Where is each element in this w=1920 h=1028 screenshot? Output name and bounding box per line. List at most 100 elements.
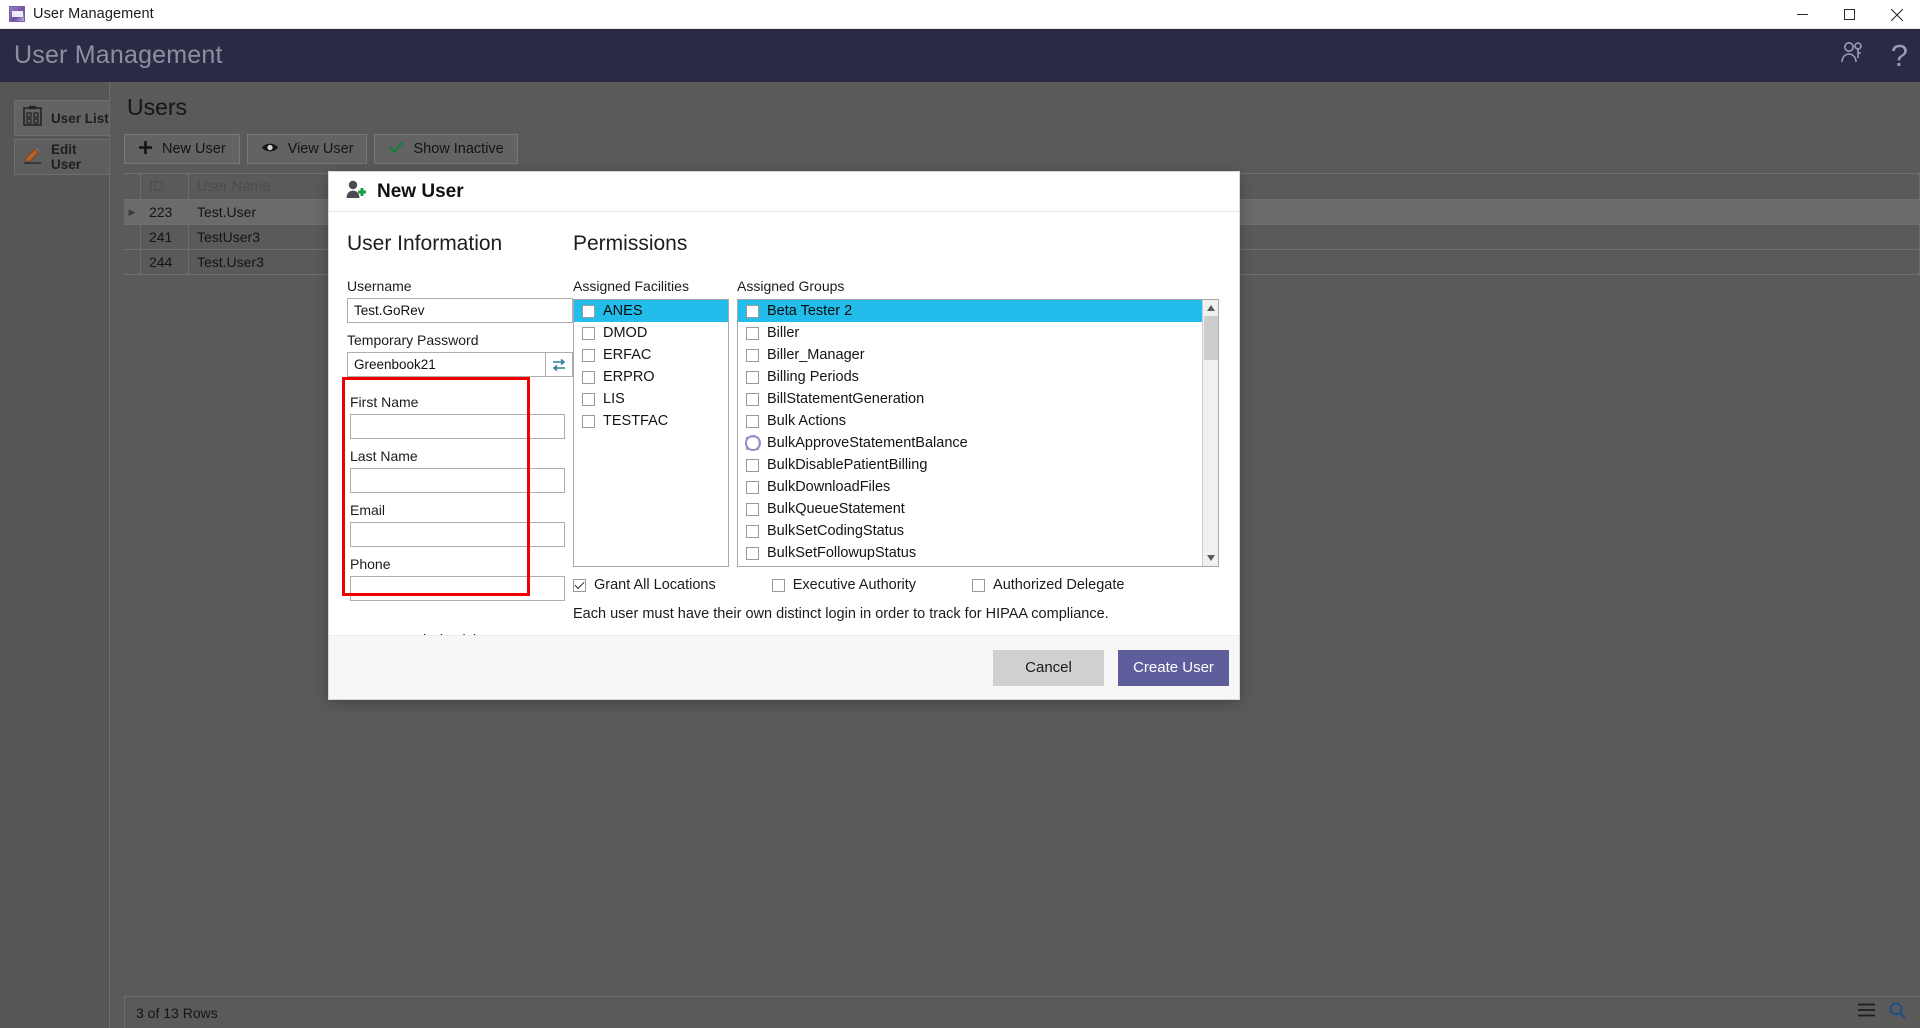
window-title-bar: User Management (0, 0, 1920, 29)
maximize-icon[interactable] (1826, 0, 1873, 29)
toolbar: New User View User Show Inactive (124, 134, 1920, 164)
executive-authority-checkbox[interactable] (771, 578, 785, 592)
list-item[interactable]: ERFAC (574, 344, 728, 366)
group-checkbox[interactable] (746, 370, 759, 384)
person-key-icon[interactable] (1839, 40, 1865, 71)
facility-checkbox[interactable] (582, 304, 595, 318)
refresh-swap-icon[interactable] (546, 352, 573, 377)
list-item[interactable]: BulkSetCodingStatus (738, 520, 1218, 542)
scrollbar-thumb[interactable] (1204, 316, 1218, 360)
permissions-lists: Assigned Facilities ANES DMOD ERFAC ERPR… (573, 278, 1219, 567)
group-checkbox[interactable] (746, 524, 759, 538)
group-checkbox[interactable] (746, 348, 759, 362)
list-item[interactable]: ANES (574, 300, 728, 322)
list-item[interactable]: BulkQueueStatement (738, 498, 1218, 520)
assigned-groups-label: Assigned Groups (737, 278, 845, 294)
first-name-input[interactable] (350, 414, 565, 439)
list-item[interactable]: BulkDisablePatientBilling (738, 454, 1218, 476)
user-information-panel: User Information Username Test.GoRev Tem… (329, 212, 573, 649)
list-item[interactable]: BulkDownloadFiles (738, 476, 1218, 498)
hipaa-note: Each user must have their own distinct l… (573, 606, 1109, 622)
list-item[interactable]: DMOD (574, 322, 728, 344)
first-name-field-wrap: First Name (350, 394, 565, 439)
cell-registered: False (1122, 225, 1920, 249)
users-heading: Users (127, 94, 188, 120)
group-checkbox[interactable] (746, 480, 759, 494)
cell-id: 244 (141, 250, 189, 274)
username-input[interactable]: Test.GoRev (347, 298, 573, 323)
list-item[interactable]: ERPRO (574, 366, 728, 388)
sidebar-item-label: User List (51, 110, 109, 126)
group-label: BulkQueueStatement (767, 501, 905, 517)
username-label: Username (347, 278, 412, 294)
group-checkbox[interactable] (746, 546, 759, 560)
scroll-down-icon[interactable] (1203, 550, 1218, 566)
scroll-up-icon[interactable] (1203, 300, 1218, 316)
facility-checkbox[interactable] (582, 414, 595, 428)
create-user-button[interactable]: Create User (1118, 649, 1229, 686)
grid-header-registered[interactable]: Registered (1122, 174, 1920, 199)
list-item[interactable]: LIS (574, 388, 728, 410)
grant-all-locations-checkbox[interactable] (573, 578, 586, 592)
authorized-delegate-checkbox[interactable] (972, 578, 986, 592)
last-name-input[interactable] (350, 468, 565, 493)
phone-input[interactable] (350, 576, 565, 601)
show-inactive-button[interactable]: Show Inactive (374, 134, 518, 164)
facility-checkbox[interactable] (582, 348, 595, 362)
list-item[interactable]: Biller (738, 322, 1218, 344)
row-indicator (124, 225, 141, 249)
menu-icon[interactable] (1858, 1003, 1875, 1022)
assigned-groups-listbox[interactable]: Beta Tester 2 Biller Biller_Manager Bill… (737, 299, 1219, 567)
status-bar: 3 of 13 Rows (124, 996, 1920, 1028)
search-icon[interactable] (1889, 1002, 1906, 1024)
group-checkbox[interactable] (746, 326, 759, 340)
list-item[interactable]: Billing Periods (738, 366, 1218, 388)
sidebar-item-edit-user[interactable]: Edit User (14, 139, 109, 175)
facility-checkbox[interactable] (582, 392, 595, 406)
phone-field-wrap: Phone (350, 556, 565, 601)
help-icon[interactable]: ? (1891, 40, 1908, 71)
temporary-password-input[interactable]: Greenbook21 (347, 352, 546, 377)
new-user-button[interactable]: New User (124, 134, 240, 164)
left-rail: User List Edit User (0, 82, 109, 1028)
sidebar-item-user-list[interactable]: User List (14, 100, 109, 136)
group-checkbox[interactable] (746, 458, 759, 472)
minimize-icon[interactable] (1779, 0, 1826, 29)
groups-scrollbar[interactable] (1202, 300, 1218, 566)
email-input[interactable] (350, 522, 565, 547)
first-name-label: First Name (350, 394, 419, 410)
list-item[interactable]: Biller_Manager (738, 344, 1218, 366)
facility-checkbox[interactable] (582, 370, 595, 384)
cell-registered: False (1122, 250, 1920, 274)
group-label: Bulk Actions (767, 413, 846, 429)
list-item[interactable]: BillStatementGeneration (738, 388, 1218, 410)
username-field-wrap: Username Test.GoRev (347, 278, 573, 323)
grid-header-id[interactable]: ID (141, 174, 189, 199)
facility-label: ANES (603, 303, 643, 319)
dialog-title-bar: New User (329, 172, 1239, 212)
plus-icon (138, 140, 153, 159)
facility-checkbox[interactable] (582, 326, 595, 340)
list-item[interactable]: TESTFAC (574, 410, 728, 432)
list-item[interactable]: Bulk Actions (738, 410, 1218, 432)
group-label: Beta Tester 2 (767, 303, 853, 319)
list-item[interactable]: Beta Tester 2 (738, 300, 1218, 322)
cancel-button[interactable]: Cancel (993, 649, 1104, 686)
permission-options-row: Grant All Locations Executive Authority … (573, 577, 1219, 593)
group-label: Biller_Manager (767, 347, 865, 363)
list-item[interactable]: BulkSetFollowupStatus (738, 542, 1218, 564)
clipboard-checklist-icon (23, 105, 42, 131)
view-user-button[interactable]: View User (246, 134, 368, 164)
cursor-busy-icon (745, 435, 761, 451)
assigned-facilities-listbox[interactable]: ANES DMOD ERFAC ERPRO LIS TESTFAC (573, 299, 729, 567)
group-label: BulkDownloadFiles (767, 479, 891, 495)
close-icon[interactable] (1873, 0, 1920, 29)
facility-label: LIS (603, 391, 625, 407)
executive-authority-label: Executive Authority (792, 577, 917, 593)
group-checkbox[interactable] (746, 502, 759, 516)
group-checkbox[interactable] (746, 414, 759, 428)
new-user-button-label: New User (162, 141, 226, 157)
list-item[interactable]: BulkApproveStatementBalance (738, 432, 1218, 454)
group-checkbox[interactable] (746, 392, 759, 406)
group-checkbox[interactable] (746, 304, 759, 318)
